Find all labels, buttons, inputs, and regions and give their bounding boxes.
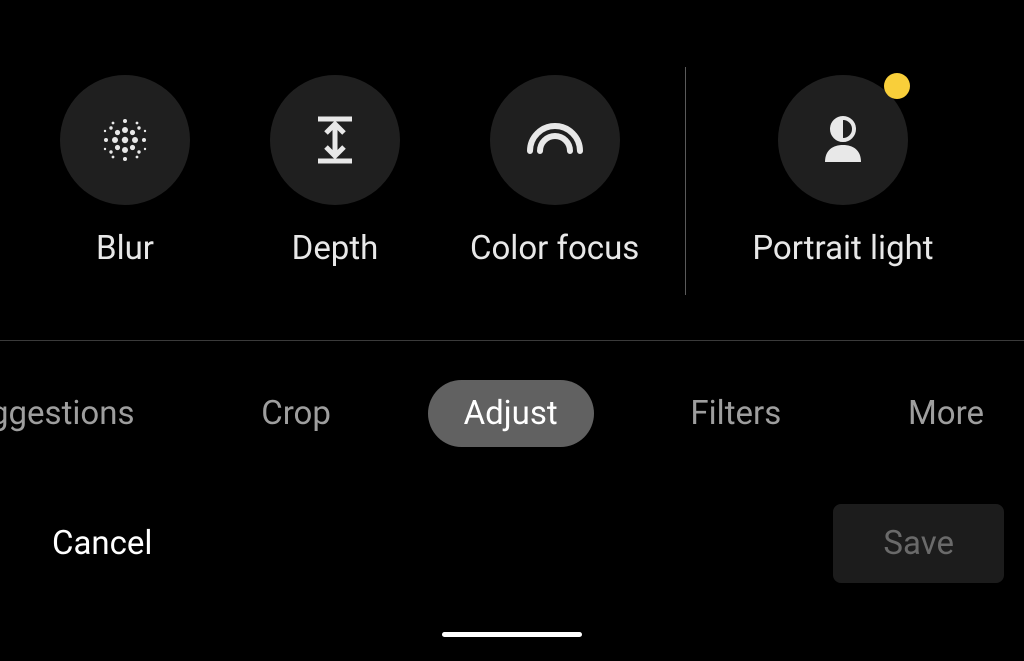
tool-depth[interactable]: Depth <box>270 75 400 268</box>
blur-icon <box>94 109 156 171</box>
tab-more[interactable]: More <box>878 382 1014 445</box>
blur-label: Blur <box>96 229 154 268</box>
home-indicator[interactable] <box>442 632 582 637</box>
adjust-tools-row: Blur Depth <box>0 0 1024 295</box>
depth-icon <box>308 109 362 171</box>
section-divider <box>0 340 1024 341</box>
bottom-actions: Cancel Save <box>0 504 1024 583</box>
blur-circle <box>60 75 190 205</box>
color-focus-icon <box>520 115 590 165</box>
portrait-light-label: Portrait light <box>752 229 933 268</box>
tool-color-focus[interactable]: Color focus <box>470 75 639 268</box>
color-focus-label: Color focus <box>470 229 639 268</box>
portrait-light-badge <box>884 73 910 99</box>
color-focus-circle <box>490 75 620 205</box>
tab-adjust[interactable]: Adjust <box>428 380 594 447</box>
portrait-light-circle <box>778 75 908 205</box>
editor-tabs: ggestions Crop Adjust Filters More <box>0 380 1024 447</box>
depth-label: Depth <box>292 229 379 268</box>
save-button[interactable]: Save <box>833 504 1004 583</box>
tab-crop[interactable]: Crop <box>231 382 361 445</box>
cancel-button[interactable]: Cancel <box>52 524 152 563</box>
tab-suggestions[interactable]: ggestions <box>0 382 165 445</box>
tool-group-left: Blur Depth <box>60 75 685 268</box>
tool-blur[interactable]: Blur <box>60 75 190 268</box>
tab-filters[interactable]: Filters <box>660 382 811 445</box>
tool-portrait-light[interactable]: Portrait light <box>752 75 933 268</box>
depth-circle <box>270 75 400 205</box>
tool-divider <box>685 67 686 295</box>
portrait-light-icon <box>815 112 871 168</box>
